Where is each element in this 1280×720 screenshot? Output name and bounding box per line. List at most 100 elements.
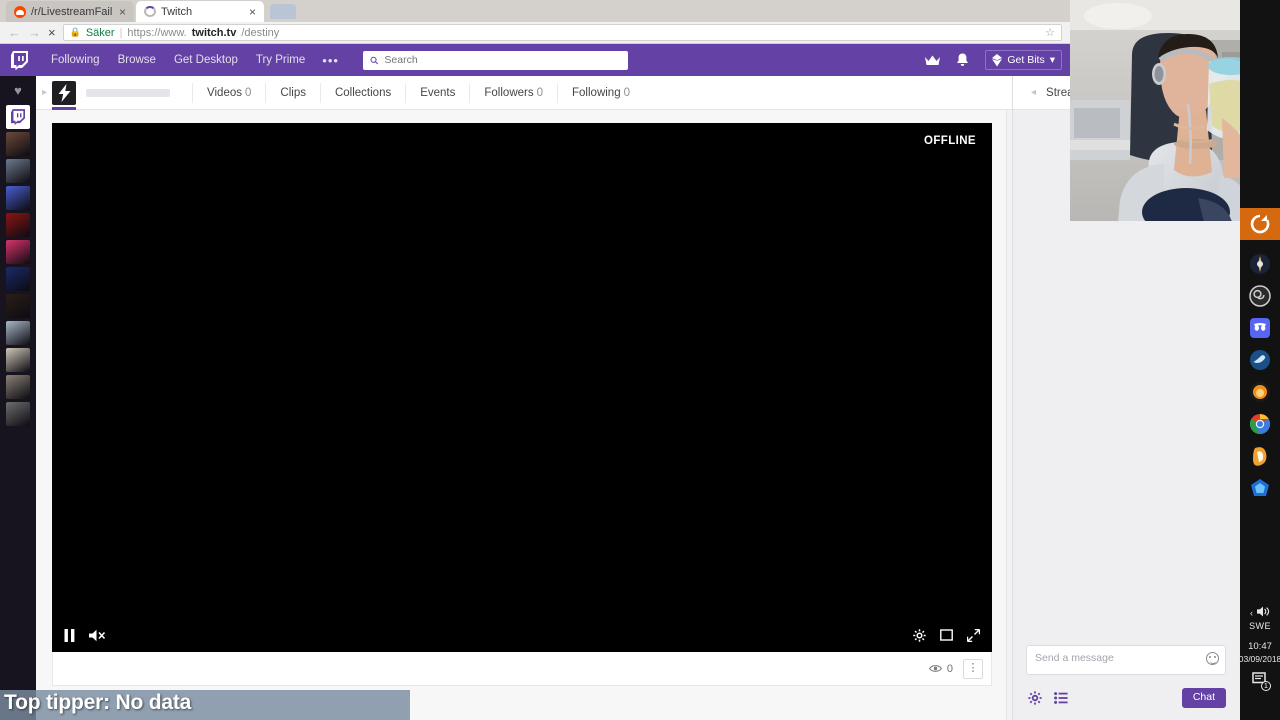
user-list-icon[interactable] xyxy=(1054,691,1068,704)
sidebar-item-channel-thumb-10[interactable] xyxy=(0,347,36,373)
sidebar-channel-list xyxy=(0,104,36,427)
get-bits-button[interactable]: Get Bits ▾ xyxy=(985,50,1062,70)
channel-thumbnail xyxy=(6,267,30,291)
tray-clock-time[interactable]: 10:47 xyxy=(1248,641,1272,652)
windows-taskbar: ‹ SWE 10:47 03/09/2018 1 xyxy=(1239,0,1280,720)
channel-tab-followers[interactable]: Followers 0 xyxy=(469,82,557,103)
sidebar-item-twitch-channel-1[interactable] xyxy=(0,104,36,130)
taskbar-app-firefox-alt[interactable] xyxy=(1244,376,1276,408)
tray-chevron-icon[interactable]: ‹ xyxy=(1250,608,1253,618)
tab-title: Twitch xyxy=(161,5,193,18)
video-player[interactable]: OFFLINE xyxy=(52,123,992,652)
reddit-icon xyxy=(14,5,26,18)
nav-link-following[interactable]: Following xyxy=(42,44,109,76)
channel-tab-videos[interactable]: Videos 0 xyxy=(192,82,265,103)
channel-thumbnail xyxy=(6,321,30,345)
back-icon[interactable]: ← xyxy=(8,25,21,40)
more-options-icon[interactable]: ••• xyxy=(314,53,347,68)
url-domain: twitch.tv xyxy=(191,26,237,39)
sidebar-item-channel-thumb-5[interactable] xyxy=(0,212,36,238)
close-icon[interactable]: × xyxy=(247,6,258,18)
browser-chrome: /r/LivestreamFail: For × Twitch × ← → × … xyxy=(0,0,1070,44)
url-input[interactable]: 🔒 Säker | https://www. twitch.tv /destin… xyxy=(62,24,1062,41)
taskbar-app-twitter[interactable] xyxy=(1244,344,1276,376)
search-box[interactable] xyxy=(362,50,628,70)
prime-crown-icon[interactable] xyxy=(919,48,945,72)
obs-icon xyxy=(1249,285,1271,307)
desktop-screen: /r/LivestreamFail: For × Twitch × ← → × … xyxy=(0,0,1280,720)
chat-settings-gear-icon[interactable] xyxy=(1028,691,1042,705)
more-actions-button[interactable]: ⋮ xyxy=(963,658,983,679)
browser-tab-twitch[interactable]: Twitch × xyxy=(136,1,264,22)
channel-tab-label: Collections xyxy=(334,86,392,99)
channel-tab-following[interactable]: Following 0 xyxy=(557,82,644,103)
speaker-icon[interactable] xyxy=(1257,606,1270,619)
nav-link-get-desktop[interactable]: Get Desktop xyxy=(165,44,247,76)
channel-thumbnail xyxy=(6,159,30,183)
firefox-alt-icon xyxy=(1250,382,1270,402)
sidebar-item-channel-thumb-7[interactable] xyxy=(0,266,36,292)
tray-language[interactable]: SWE xyxy=(1249,621,1271,631)
browser-tab-reddit[interactable]: /r/LivestreamFail: For × xyxy=(6,1,134,22)
chevron-left-icon[interactable]: ▸ xyxy=(36,87,52,98)
stop-loading-icon[interactable]: × xyxy=(48,25,56,40)
navbar-right-actions: Get Bits ▾ xyxy=(919,48,1062,72)
chat-collapse-icon[interactable]: ◂ xyxy=(1031,87,1036,98)
chat-divider xyxy=(1006,110,1012,720)
nav-link-browse[interactable]: Browse xyxy=(109,44,165,76)
taskbar-app-discord[interactable] xyxy=(1244,312,1276,344)
channel-tab-label: Events xyxy=(420,86,456,99)
sidebar-item-channel-thumb-3[interactable] xyxy=(0,158,36,184)
forward-icon[interactable]: → xyxy=(28,25,41,40)
tray-clock-date[interactable]: 03/09/2018 xyxy=(1239,654,1280,664)
nav-link-try-prime[interactable]: Try Prime xyxy=(247,44,314,76)
sidebar-item-channel-thumb-2[interactable] xyxy=(0,131,36,157)
sidebar-item-channel-thumb-8[interactable] xyxy=(0,293,36,319)
channel-tab-count: 0 xyxy=(245,86,252,99)
channel-tab-collections[interactable]: Collections xyxy=(319,82,405,103)
channel-thumbnail xyxy=(6,213,30,237)
search-input[interactable] xyxy=(384,54,621,66)
player-controls xyxy=(52,618,992,652)
heart-icon[interactable]: ♥ xyxy=(0,76,36,104)
new-tab-button[interactable] xyxy=(270,4,296,19)
taskbar-app-refresh[interactable] xyxy=(1240,208,1280,240)
channel-tab-label: Clips xyxy=(280,86,306,99)
sidebar-item-channel-thumb-6[interactable] xyxy=(0,239,36,265)
channel-tab-clips[interactable]: Clips xyxy=(265,82,320,103)
sidebar-item-channel-thumb-4[interactable] xyxy=(0,185,36,211)
chat-send-button[interactable]: Chat xyxy=(1181,688,1226,708)
channel-avatar[interactable] xyxy=(52,80,77,110)
eye-icon xyxy=(928,665,942,672)
lightning-bolt-icon xyxy=(58,83,71,102)
pause-icon[interactable] xyxy=(64,628,75,642)
security-label: Säker xyxy=(85,26,115,39)
taskbar-app-obs[interactable] xyxy=(1244,280,1276,312)
chrome-icon xyxy=(1249,413,1271,435)
volume-muted-icon[interactable] xyxy=(89,629,106,642)
channel-tabs: Videos 0 Clips Collections Events Followers 0 F… xyxy=(192,76,644,110)
bookmark-star-icon[interactable]: ☆ xyxy=(1045,26,1055,39)
theater-mode-icon[interactable] xyxy=(940,629,953,641)
fullscreen-icon[interactable] xyxy=(967,628,980,642)
smiley-icon[interactable] xyxy=(1206,652,1219,665)
dark-app-icon xyxy=(1250,254,1270,274)
channel-tab-events[interactable]: Events xyxy=(405,82,469,103)
twitch-logo-icon[interactable] xyxy=(8,49,30,71)
taskbar-app-fl-studio[interactable] xyxy=(1244,440,1276,472)
chat-input[interactable]: Send a message xyxy=(1026,645,1226,675)
sidebar-item-channel-thumb-9[interactable] xyxy=(0,320,36,346)
sidebar-item-channel-thumb-12[interactable] xyxy=(0,401,36,427)
chat-input-placeholder: Send a message xyxy=(1035,652,1114,664)
gear-icon[interactable] xyxy=(913,628,926,642)
close-icon[interactable]: × xyxy=(117,6,128,18)
notifications-bell-icon[interactable] xyxy=(949,48,975,72)
top-tipper-text: Top tipper: No data xyxy=(4,691,192,714)
sidebar-item-channel-thumb-11[interactable] xyxy=(0,374,36,400)
notification-center-icon[interactable]: 1 xyxy=(1252,672,1271,691)
taskbar-app-dark-app[interactable] xyxy=(1244,248,1276,280)
followed-channels-sidebar: ♥ xyxy=(0,76,36,720)
channel-tab-label: Following xyxy=(572,86,621,99)
taskbar-app-blue-app[interactable] xyxy=(1244,472,1276,504)
taskbar-app-chrome[interactable] xyxy=(1244,408,1276,440)
